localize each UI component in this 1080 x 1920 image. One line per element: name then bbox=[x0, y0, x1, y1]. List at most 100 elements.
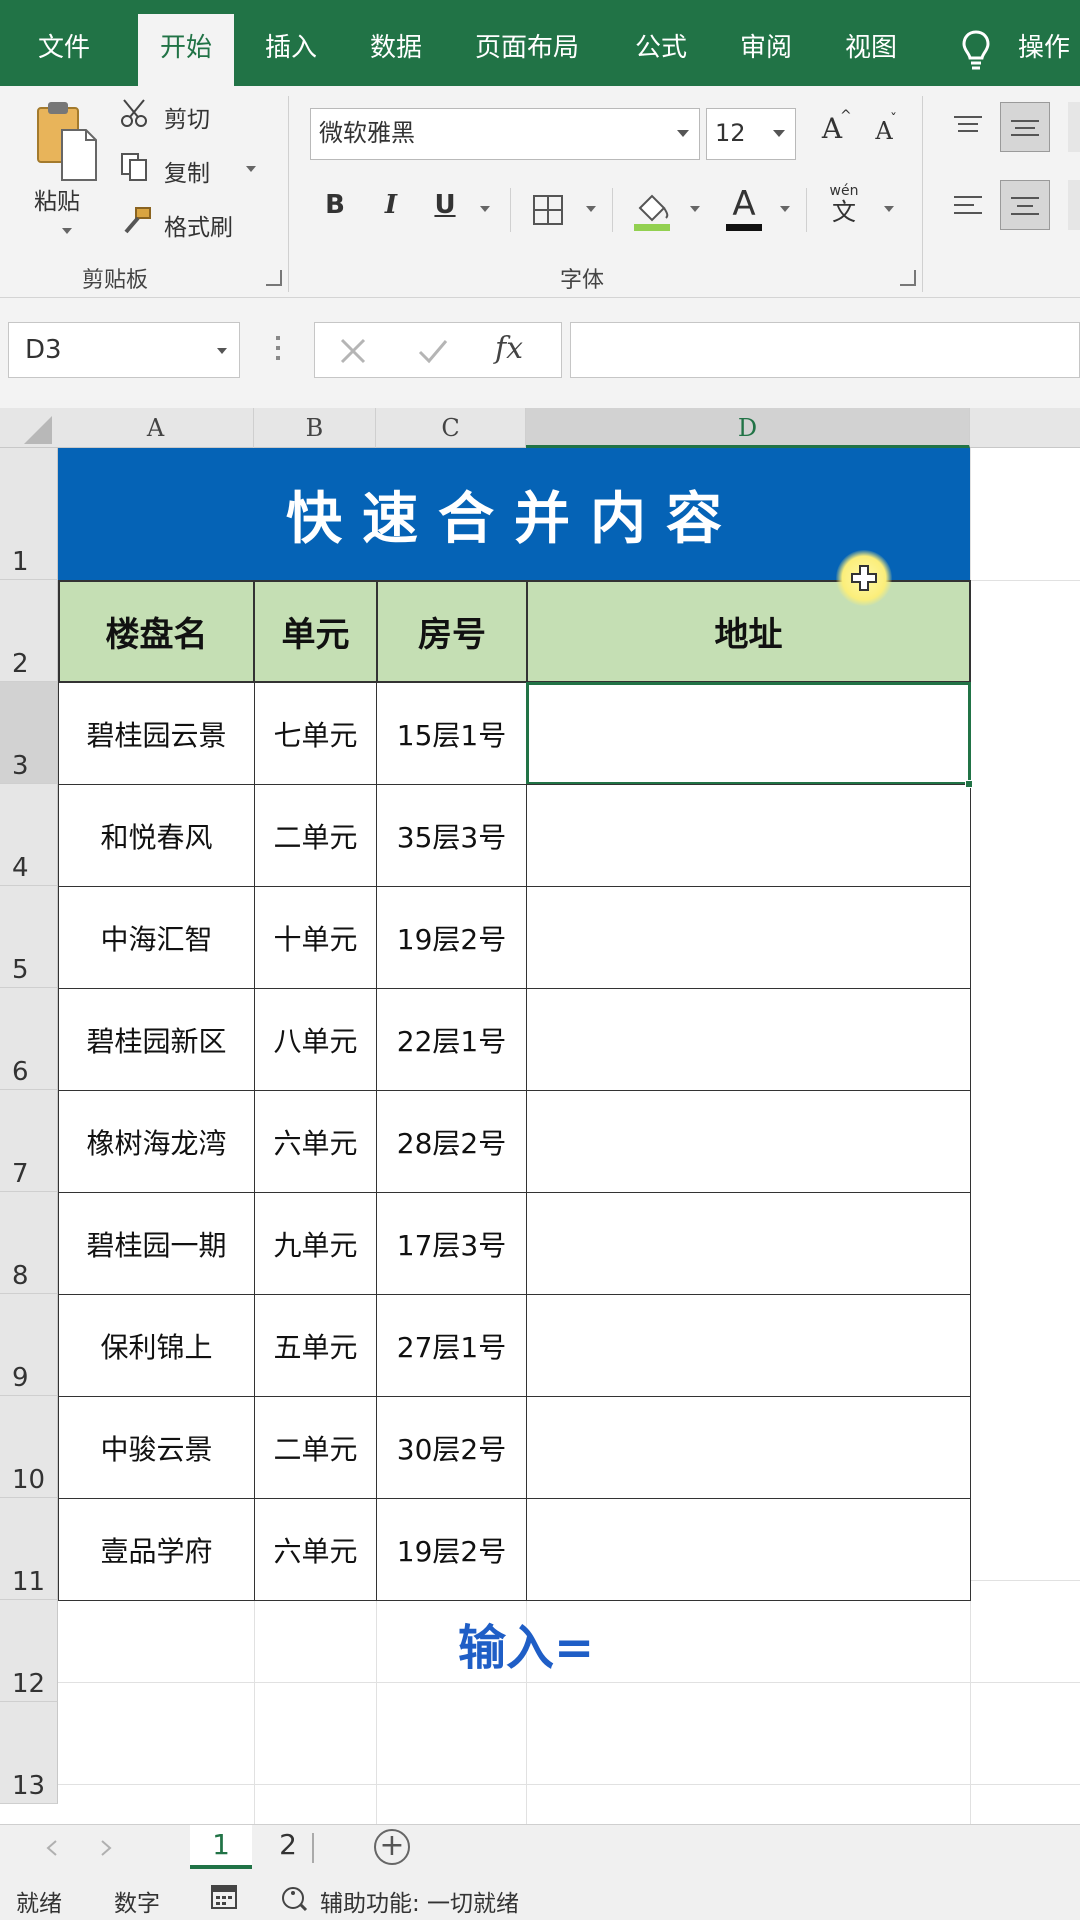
table-cell[interactable] bbox=[526, 988, 971, 1091]
table-cell[interactable]: 27层1号 bbox=[376, 1294, 527, 1397]
row-header-1[interactable]: 1 bbox=[0, 448, 58, 580]
formula-input[interactable] bbox=[570, 322, 1080, 378]
tab-view[interactable]: 视图 bbox=[845, 0, 897, 86]
table-cell[interactable]: 保利锦上 bbox=[58, 1294, 255, 1397]
tab-insert[interactable]: 插入 bbox=[265, 0, 317, 86]
lightbulb-icon[interactable] bbox=[962, 30, 990, 70]
scroll-left-icon[interactable] bbox=[44, 1839, 58, 1857]
sheet-tab-2[interactable]: 2 bbox=[268, 1825, 308, 1869]
font-size-select[interactable]: 12 bbox=[706, 108, 796, 160]
table-cell[interactable]: 五单元 bbox=[254, 1294, 377, 1397]
paste-button[interactable]: 粘贴 bbox=[34, 182, 80, 216]
column-header-c[interactable]: C bbox=[376, 408, 526, 448]
tab-page-layout[interactable]: 页面布局 bbox=[475, 0, 579, 86]
row-header-12[interactable]: 12 bbox=[0, 1600, 58, 1702]
tab-review[interactable]: 审阅 bbox=[740, 0, 792, 86]
table-cell[interactable]: 碧桂园一期 bbox=[58, 1192, 255, 1295]
header-unit[interactable]: 单元 bbox=[253, 580, 378, 683]
table-cell[interactable] bbox=[526, 1192, 971, 1295]
font-name-select[interactable]: 微软雅黑 bbox=[310, 108, 700, 160]
clipboard-launcher-icon[interactable] bbox=[266, 270, 282, 286]
table-cell[interactable]: 15层1号 bbox=[376, 682, 527, 785]
copy-dropdown-caret[interactable] bbox=[246, 166, 256, 172]
table-cell[interactable]: 19层2号 bbox=[376, 886, 527, 989]
table-cell[interactable]: 30层2号 bbox=[376, 1396, 527, 1499]
insert-function-button[interactable]: fx bbox=[495, 331, 523, 366]
table-cell[interactable]: 八单元 bbox=[254, 988, 377, 1091]
middle-align-button[interactable] bbox=[1000, 102, 1050, 152]
status-accessibility[interactable]: 辅助功能: 一切就绪 bbox=[320, 1884, 519, 1918]
bold-button[interactable]: B bbox=[320, 190, 350, 230]
table-title[interactable]: 快速合并内容 bbox=[58, 448, 970, 580]
copy-button[interactable]: 复制 bbox=[164, 154, 210, 188]
table-cell[interactable]: 28层2号 bbox=[376, 1090, 527, 1193]
italic-button[interactable]: I bbox=[376, 190, 406, 230]
table-cell[interactable]: 壹品学府 bbox=[58, 1498, 255, 1601]
borders-dropdown-caret[interactable] bbox=[586, 206, 596, 212]
header-room[interactable]: 房号 bbox=[376, 580, 528, 683]
increase-font-size-button[interactable]: A ^ bbox=[814, 108, 852, 152]
fill-color-dropdown-caret[interactable] bbox=[690, 206, 700, 212]
table-cell[interactable] bbox=[526, 886, 971, 989]
table-cell[interactable] bbox=[526, 1294, 971, 1397]
add-sheet-button[interactable]: + bbox=[374, 1829, 410, 1865]
fill-color-icon[interactable] bbox=[632, 188, 672, 232]
macro-record-icon[interactable] bbox=[210, 1884, 238, 1910]
scroll-right-icon[interactable] bbox=[100, 1839, 114, 1857]
row-header-6[interactable]: 6 bbox=[0, 988, 58, 1090]
formula-bar-grip-icon[interactable] bbox=[276, 336, 282, 366]
borders-icon[interactable] bbox=[532, 194, 564, 226]
table-cell[interactable]: 二单元 bbox=[254, 784, 377, 887]
tab-tell-me[interactable]: 操作 bbox=[1018, 0, 1070, 86]
table-cell[interactable]: 35层3号 bbox=[376, 784, 527, 887]
table-cell[interactable]: 九单元 bbox=[254, 1192, 377, 1295]
cancel-icon[interactable] bbox=[339, 337, 367, 365]
underline-button[interactable]: U bbox=[430, 190, 460, 230]
row-header-9[interactable]: 9 bbox=[0, 1294, 58, 1396]
align-left-icon[interactable] bbox=[952, 194, 984, 218]
bottom-align-button-partial[interactable] bbox=[1068, 102, 1080, 152]
table-cell[interactable] bbox=[526, 1396, 971, 1499]
row-header-5[interactable]: 5 bbox=[0, 886, 58, 988]
name-box[interactable]: D3 bbox=[8, 322, 240, 378]
align-right-button-partial[interactable] bbox=[1068, 180, 1080, 230]
tab-file[interactable]: 文件 bbox=[38, 0, 90, 86]
table-cell[interactable]: 和悦春风 bbox=[58, 784, 255, 887]
paste-dropdown-caret[interactable] bbox=[62, 228, 72, 234]
table-cell[interactable] bbox=[526, 784, 971, 887]
column-header-b[interactable]: B bbox=[254, 408, 376, 448]
table-cell[interactable]: 中海汇智 bbox=[58, 886, 255, 989]
paste-icon[interactable] bbox=[34, 100, 104, 184]
fill-handle[interactable] bbox=[965, 780, 973, 788]
row-header-11[interactable]: 11 bbox=[0, 1498, 58, 1600]
select-all-corner[interactable] bbox=[0, 408, 58, 448]
row-header-10[interactable]: 10 bbox=[0, 1396, 58, 1498]
table-cell[interactable]: 橡树海龙湾 bbox=[58, 1090, 255, 1193]
table-cell[interactable]: 中骏云景 bbox=[58, 1396, 255, 1499]
row-header-13[interactable]: 13 bbox=[0, 1702, 58, 1804]
header-building[interactable]: 楼盘名 bbox=[58, 580, 255, 683]
row-header-7[interactable]: 7 bbox=[0, 1090, 58, 1192]
column-header-a[interactable]: A bbox=[58, 408, 254, 448]
tab-data[interactable]: 数据 bbox=[370, 0, 422, 86]
font-color-dropdown-caret[interactable] bbox=[780, 206, 790, 212]
accessibility-icon[interactable] bbox=[280, 1884, 310, 1912]
font-launcher-icon[interactable] bbox=[900, 270, 916, 286]
enter-check-icon[interactable] bbox=[417, 337, 449, 365]
table-cell[interactable]: 七单元 bbox=[254, 682, 377, 785]
table-cell[interactable]: 19层2号 bbox=[376, 1498, 527, 1601]
phonetic-guide-button[interactable]: wén 文 bbox=[822, 184, 866, 232]
sheet-tab-1[interactable]: 1 bbox=[190, 1825, 252, 1869]
table-cell[interactable] bbox=[526, 1498, 971, 1601]
table-cell[interactable] bbox=[526, 1090, 971, 1193]
format-painter-button[interactable]: 格式刷 bbox=[164, 208, 233, 242]
top-align-icon[interactable] bbox=[952, 114, 984, 138]
tab-home[interactable]: 开始 bbox=[138, 14, 235, 86]
font-color-button[interactable]: A bbox=[724, 184, 764, 231]
decrease-font-size-button[interactable]: Aˇ bbox=[866, 112, 902, 156]
column-header-d[interactable]: D bbox=[526, 408, 970, 448]
center-align-button[interactable] bbox=[1000, 180, 1050, 230]
row-header-3[interactable]: 3 bbox=[0, 682, 58, 784]
row-header-2[interactable]: 2 bbox=[0, 580, 58, 682]
table-cell[interactable]: 六单元 bbox=[254, 1498, 377, 1601]
